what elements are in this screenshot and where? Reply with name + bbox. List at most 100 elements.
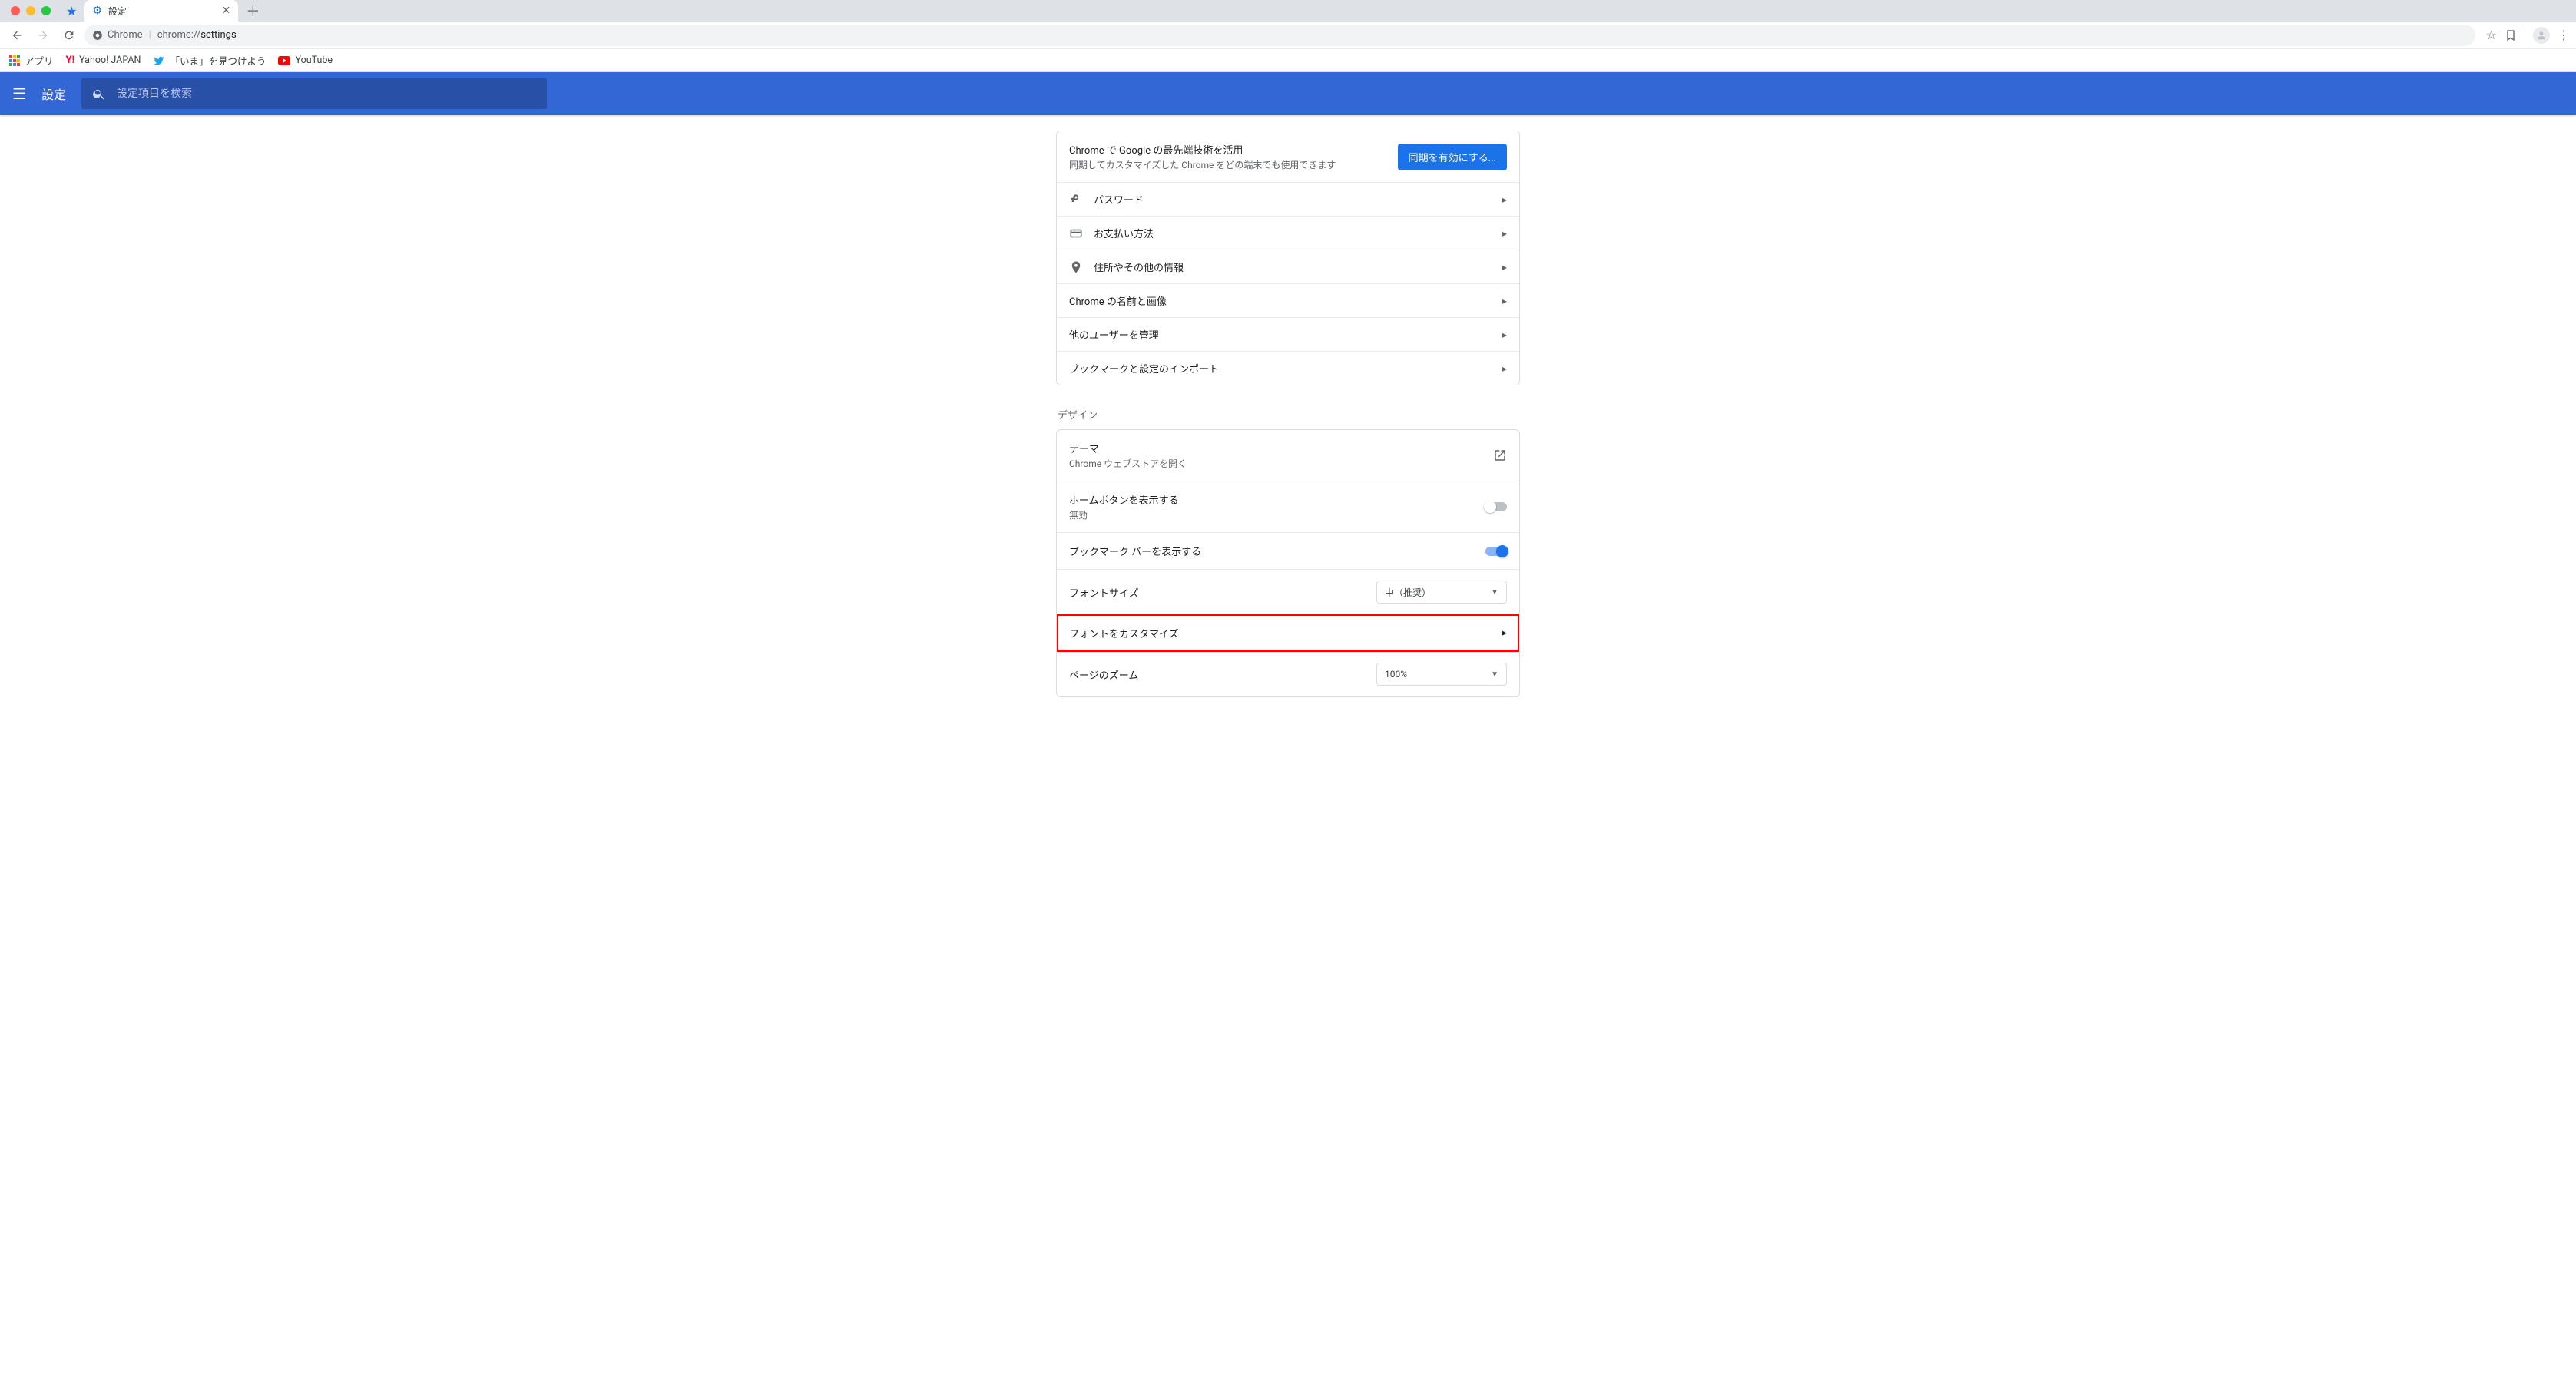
page-zoom-row: ページのズーム 100% ▼ [1057,651,1519,696]
import-row[interactable]: ブックマークと設定のインポート ▸ [1057,351,1519,385]
bookmark-yahoo[interactable]: Y! Yahoo! JAPAN [66,55,141,66]
font-size-value: 中（推奨） [1385,586,1431,599]
bookmark-youtube-label: YouTube [295,55,333,66]
bookmark-twitter-label: 「いま」を見つけよう [170,53,266,68]
close-window-button[interactable] [11,6,20,15]
theme-sub: Chrome ウェブストアを開く [1069,457,1493,470]
settings-heading: 設定 [41,84,66,103]
passwords-label: パスワード [1094,192,1502,207]
payment-label: お支払い方法 [1094,226,1502,240]
forward-button[interactable] [32,25,54,46]
payment-row[interactable]: お支払い方法 ▸ [1057,216,1519,250]
open-external-icon [1493,448,1507,462]
name-image-row[interactable]: Chrome の名前と画像 ▸ [1057,283,1519,317]
settings-header: ☰ 設定 [0,72,2576,115]
pinned-tab-icon[interactable]: ★ [66,4,77,18]
back-button[interactable] [6,25,28,46]
yahoo-icon: Y! [66,55,75,66]
customize-fonts-row[interactable]: フォントをカスタマイズ ▸ [1057,614,1519,651]
home-button-sub: 無効 [1069,508,1485,521]
minimize-window-button[interactable] [26,6,35,15]
chevron-right-icon: ▸ [1502,228,1507,239]
omnibox-separator: | [149,29,151,41]
font-size-label: フォントサイズ [1069,585,1376,600]
chevron-down-icon: ▼ [1491,670,1498,679]
import-label: ブックマークと設定のインポート [1069,361,1502,375]
settings-search-input[interactable] [117,88,536,100]
show-bookmarks-label: ブックマーク バーを表示する [1069,544,1485,558]
address-bar[interactable]: Chrome | chrome://settings [84,25,2475,46]
addresses-row[interactable]: 住所やその他の情報 ▸ [1057,250,1519,283]
people-card: Chrome で Google の最先端技術を活用 同期してカスタマイズした C… [1056,131,1520,385]
design-section-title: デザイン [1058,407,1520,422]
gear-icon: ⚙ [92,5,102,17]
site-chip: Chrome [92,29,143,41]
show-bookmarks-row: ブックマーク バーを表示する [1057,532,1519,569]
tab-strip: ★ ⚙ 設定 ✕ ＋ [0,0,2576,22]
kebab-menu-icon[interactable]: ⋮ [2558,28,2570,42]
page-zoom-value: 100% [1385,669,1407,680]
chevron-right-icon: ▸ [1502,329,1507,340]
settings-search-field[interactable] [81,78,547,109]
bookmark-yahoo-label: Yahoo! JAPAN [79,55,141,66]
chevron-right-icon: ▸ [1502,194,1507,205]
font-size-select[interactable]: 中（推奨） ▼ [1376,581,1507,604]
profile-avatar[interactable] [2533,27,2550,44]
bookmarks-bar: アプリ Y! Yahoo! JAPAN 「いま」を見つけよう YouTube [0,49,2576,72]
passwords-row[interactable]: パスワード ▸ [1057,182,1519,216]
twitter-icon [153,55,165,66]
card-icon [1069,227,1094,240]
bookmark-icon[interactable] [2505,29,2517,41]
reload-button[interactable] [58,25,80,46]
hamburger-menu-icon[interactable]: ☰ [12,84,26,103]
chevron-right-icon: ▸ [1502,627,1507,639]
star-icon[interactable]: ☆ [2486,28,2497,42]
location-icon [1069,260,1094,274]
chevron-down-icon: ▼ [1491,588,1498,597]
arrow-right-icon [37,29,49,41]
site-chip-label: Chrome [108,29,143,41]
browser-toolbar: Chrome | chrome://settings ☆ ⋮ [0,22,2576,49]
enable-sync-button[interactable]: 同期を有効にする... [1398,144,1507,170]
home-button-title: ホームボタンを表示する [1069,492,1485,507]
theme-row[interactable]: テーマ Chrome ウェブストアを開く [1057,430,1519,481]
design-card: テーマ Chrome ウェブストアを開く ホームボタンを表示する 無効 ブックマ… [1056,429,1520,697]
apps-label: アプリ [25,53,54,68]
search-icon [92,87,106,101]
home-button-row: ホームボタンを表示する 無効 [1057,481,1519,532]
manage-users-label: 他のユーザーを管理 [1069,327,1502,342]
tab-title: 設定 [108,5,127,18]
url-text: chrome://settings [157,29,237,41]
chevron-right-icon: ▸ [1502,262,1507,273]
manage-users-row[interactable]: 他のユーザーを管理 ▸ [1057,317,1519,351]
reload-icon [63,29,75,41]
addresses-label: 住所やその他の情報 [1094,260,1502,274]
sync-promo-row: Chrome で Google の最先端技術を活用 同期してカスタマイズした C… [1057,131,1519,182]
customize-fonts-label: フォントをカスタマイズ [1069,626,1502,640]
chevron-right-icon: ▸ [1502,296,1507,306]
apps-grid-icon [9,55,20,66]
active-tab[interactable]: ⚙ 設定 ✕ [84,0,238,22]
chrome-icon [92,30,103,41]
key-icon [1069,193,1094,207]
youtube-icon [278,56,290,65]
bookmark-youtube[interactable]: YouTube [278,55,333,66]
page-zoom-select[interactable]: 100% ▼ [1376,663,1507,686]
sync-title: Chrome で Google の最先端技術を活用 [1069,142,1386,157]
apps-shortcut[interactable]: アプリ [9,53,54,68]
arrow-left-icon [11,29,23,41]
chevron-right-icon: ▸ [1502,363,1507,374]
show-bookmarks-toggle[interactable] [1485,547,1507,556]
new-tab-button[interactable]: ＋ [246,1,260,21]
close-tab-icon[interactable]: ✕ [222,5,231,17]
toolbar-actions: ☆ ⋮ [2486,27,2570,44]
window-controls [6,6,55,15]
sync-subtitle: 同期してカスタマイズした Chrome をどの端末でも使用できます [1069,158,1386,171]
maximize-window-button[interactable] [41,6,51,15]
home-button-toggle[interactable] [1485,502,1507,511]
theme-title: テーマ [1069,441,1493,455]
font-size-row: フォントサイズ 中（推奨） ▼ [1057,569,1519,614]
name-image-label: Chrome の名前と画像 [1069,293,1502,308]
bookmark-twitter[interactable]: 「いま」を見つけよう [153,53,266,68]
settings-content: Chrome で Google の最先端技術を活用 同期してカスタマイズした C… [0,115,2576,728]
